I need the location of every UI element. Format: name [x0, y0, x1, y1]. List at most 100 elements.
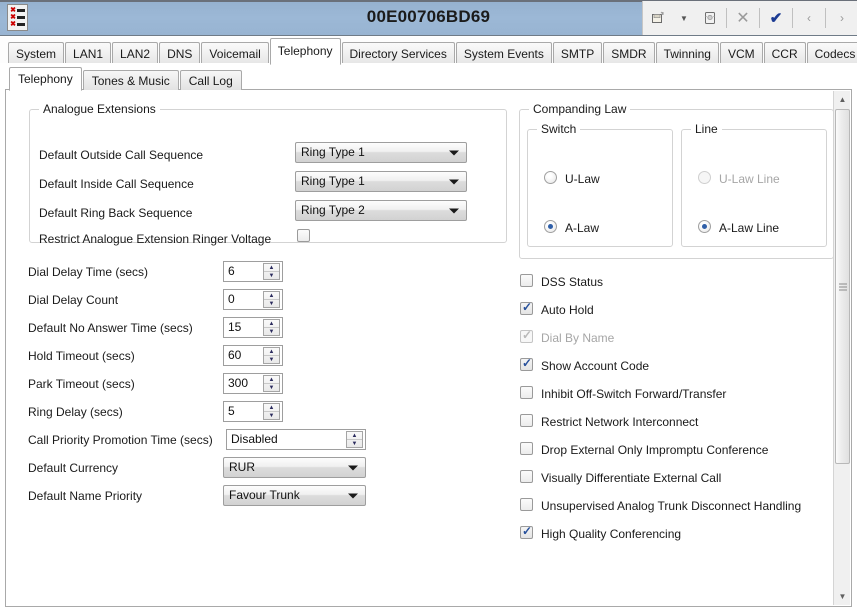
telephony-page: Telephony Tones & Music Call Log Analogue …: [0, 63, 857, 613]
checkbox-auto-hold[interactable]: ✓: [520, 300, 533, 315]
default-currency-dropdown[interactable]: RUR: [223, 457, 366, 478]
companding-law-legend: Companding Law: [529, 102, 631, 116]
stepper-up-icon[interactable]: ▲: [264, 320, 279, 328]
tab-telephony[interactable]: Telephony: [269, 38, 341, 65]
stepper-up-icon[interactable]: ▲: [264, 348, 279, 356]
stepper-down-icon[interactable]: ▼: [264, 412, 279, 419]
dropdown-caret-icon[interactable]: ▼: [671, 3, 697, 33]
stepper-down-icon[interactable]: ▼: [264, 300, 279, 307]
stepper-down-icon[interactable]: ▼: [347, 440, 362, 447]
radio-selected-dot: [548, 224, 553, 229]
checkbox-unsupervised-analog-trunk-disconnect-handling[interactable]: [520, 498, 533, 511]
park-timeout-secs-input[interactable]: 300 ▲ ▼: [223, 373, 283, 394]
default-name-priority-label: Default Name Priority: [28, 489, 143, 503]
default-no-answer-time-secs-stepper[interactable]: ▲ ▼: [263, 319, 280, 336]
hold-timeout-secs-input[interactable]: 60 ▲ ▼: [223, 345, 283, 366]
validate-check-icon[interactable]: ✔: [763, 3, 789, 33]
stepper-up-icon[interactable]: ▲: [264, 404, 279, 412]
stepper-up-icon[interactable]: ▲: [264, 292, 279, 300]
tab-smdr[interactable]: SMDR: [603, 42, 655, 64]
hold-timeout-secs-stepper[interactable]: ▲ ▼: [263, 347, 280, 364]
previous-icon[interactable]: ‹: [796, 3, 822, 33]
checkbox-inhibit-off-switch-forward-transfer[interactable]: [520, 386, 533, 399]
close-icon[interactable]: ✕: [730, 3, 756, 33]
stepper-up-icon[interactable]: ▲: [264, 264, 279, 272]
main-tabs-container: System LAN1 LAN2 DNS Voicemail Telephony Direc…: [8, 37, 857, 65]
restrict-ringer-voltage-checkbox[interactable]: [297, 229, 310, 242]
stepper-down-icon[interactable]: ▼: [264, 272, 279, 279]
checkbox-high-quality-conferencing[interactable]: ✓: [520, 525, 533, 539]
ring-delay-secs-stepper[interactable]: ▲ ▼: [263, 403, 280, 420]
call-priority-promotion-time-secs-label: Call Priority Promotion Time (secs): [28, 433, 213, 447]
ring-delay-secs-input[interactable]: 5 ▲ ▼: [223, 401, 283, 422]
radio-a-law[interactable]: [544, 220, 557, 233]
checkbox-restrict-network-interconnect-label: Restrict Network Interconnect: [541, 415, 699, 429]
dial-delay-time-secs-input[interactable]: 6 ▲ ▼: [223, 261, 283, 282]
call-priority-promotion-time-secs-value: Disabled: [231, 432, 278, 446]
checkbox-visually-differentiate-external-call[interactable]: [520, 470, 533, 483]
check-icon: ✓: [522, 300, 533, 314]
title-bar: ✖ ✖ ✖ 00E00706BD69 ▼ ✕ ✔ ‹ ›: [0, 0, 857, 36]
settings-panel: Analogue Extensions Default Outside Call…: [5, 89, 852, 607]
companding-law-group: Companding Law Switch U-Law A-Law Line U…: [519, 102, 834, 259]
toolbar-divider: [825, 8, 826, 28]
subtab-telephony[interactable]: Telephony: [9, 67, 82, 91]
next-icon[interactable]: ›: [829, 3, 855, 33]
default-no-answer-time-secs-input[interactable]: 15 ▲ ▼: [223, 317, 283, 338]
tab-vcm[interactable]: VCM: [719, 42, 763, 64]
subtab-call-log[interactable]: Call Log: [179, 70, 242, 90]
tab-system-events[interactable]: System Events: [455, 42, 552, 64]
subtab-tones-music[interactable]: Tones & Music: [82, 70, 179, 90]
tab-system[interactable]: System: [8, 42, 65, 64]
scrollbar-thumb[interactable]: [835, 109, 850, 464]
checkbox-restrict-network-interconnect[interactable]: [520, 414, 533, 427]
tab-ccr[interactable]: CCR: [763, 42, 806, 64]
call-priority-promotion-time-secs-stepper[interactable]: ▲ ▼: [346, 431, 363, 448]
tab-directory-services[interactable]: Directory Services: [341, 42, 455, 64]
stepper-up-icon[interactable]: ▲: [264, 376, 279, 384]
ring-delay-secs-value: 5: [228, 404, 235, 418]
radio-u-law[interactable]: [544, 171, 557, 184]
dial-delay-count-input[interactable]: 0 ▲ ▼: [223, 289, 283, 310]
dial-delay-time-secs-value: 6: [228, 264, 235, 278]
companding-law-switch-legend: Switch: [537, 122, 581, 136]
tab-voicemail[interactable]: Voicemail: [201, 42, 269, 64]
dial-delay-count-stepper[interactable]: ▲ ▼: [263, 291, 280, 308]
save-config-icon[interactable]: [645, 3, 671, 33]
stepper-down-icon[interactable]: ▼: [264, 384, 279, 391]
checkbox-drop-external-only-impromptu-conference[interactable]: [520, 442, 533, 455]
scroll-up-icon[interactable]: ▲: [834, 91, 850, 108]
tab-lan2[interactable]: LAN2: [112, 42, 159, 64]
default-currency-value: RUR: [229, 460, 255, 474]
stepper-up-icon[interactable]: ▲: [347, 432, 362, 440]
chevron-down-icon: [449, 208, 459, 213]
default-ring-back-sequence-label: Default Ring Back Sequence: [39, 206, 193, 220]
open-file-icon[interactable]: [697, 3, 723, 33]
stepper-down-icon[interactable]: ▼: [264, 328, 279, 335]
default-inside-call-sequence-label: Default Inside Call Sequence: [39, 177, 194, 191]
radio-a-law-line[interactable]: [698, 220, 711, 233]
park-timeout-secs-stepper[interactable]: ▲ ▼: [263, 375, 280, 392]
restrict-ringer-voltage-label: Restrict Analogue Extension Ringer Volta…: [39, 232, 272, 246]
call-priority-promotion-time-secs-input[interactable]: Disabled ▲ ▼: [226, 429, 366, 450]
dial-delay-time-secs-stepper[interactable]: ▲ ▼: [263, 263, 280, 280]
tab-codecs[interactable]: Codecs: [806, 42, 857, 64]
checkbox-show-account-code[interactable]: ✓: [520, 357, 533, 371]
tab-lan1[interactable]: LAN1: [65, 42, 112, 64]
hold-timeout-secs-label: Hold Timeout (secs): [28, 349, 135, 363]
checkbox-dial-by-name: ✓: [520, 329, 533, 343]
checkbox-dss-status[interactable]: [520, 274, 533, 287]
default-inside-call-sequence-value: Ring Type 1: [301, 174, 365, 188]
toolbar-divider: [726, 8, 727, 28]
tab-twinning[interactable]: Twinning: [655, 42, 719, 64]
default-name-priority-dropdown[interactable]: Favour Trunk: [223, 485, 366, 506]
scroll-down-icon[interactable]: ▼: [834, 588, 850, 605]
default-inside-call-sequence-dropdown[interactable]: Ring Type 1: [295, 171, 467, 192]
stepper-down-icon[interactable]: ▼: [264, 356, 279, 363]
tab-dns[interactable]: DNS: [159, 42, 201, 64]
chevron-down-icon: [348, 493, 358, 498]
vertical-scrollbar[interactable]: ▲ ▼: [833, 91, 850, 605]
default-outside-call-sequence-dropdown[interactable]: Ring Type 1: [295, 142, 467, 163]
default-ring-back-sequence-dropdown[interactable]: Ring Type 2: [295, 200, 467, 221]
tab-smtp[interactable]: SMTP: [552, 42, 603, 64]
